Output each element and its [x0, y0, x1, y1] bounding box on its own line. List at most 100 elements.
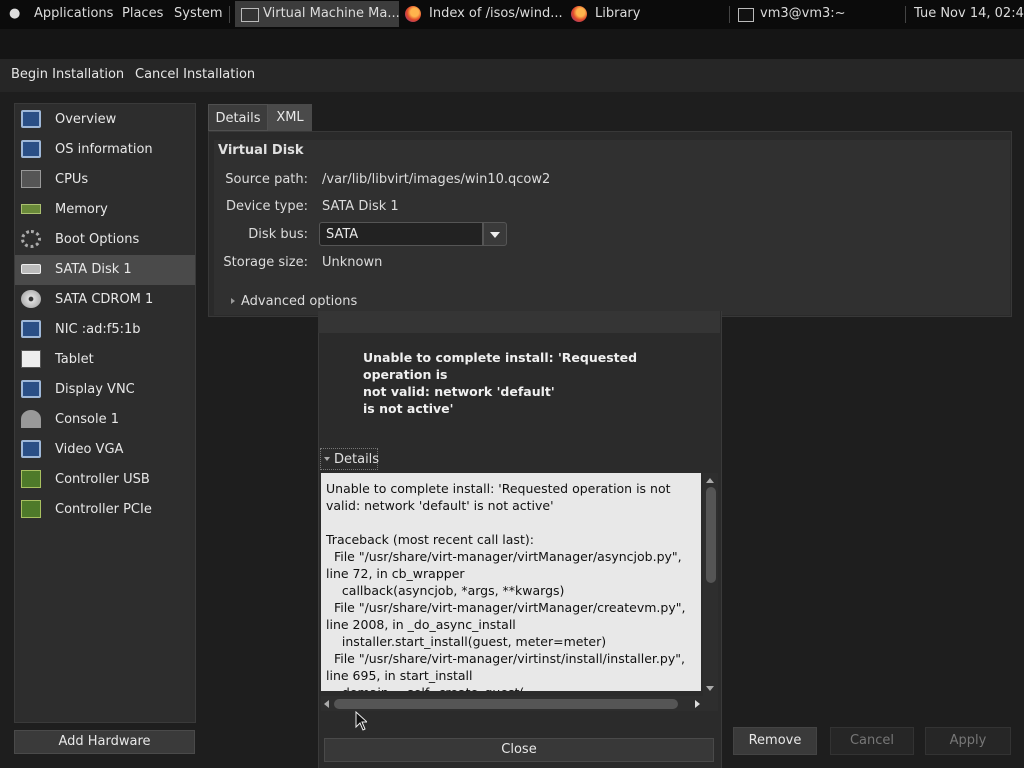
sidebar-item-controller-pcie[interactable]: Controller PCIe	[15, 495, 195, 525]
device-type-label: Device type:	[225, 199, 308, 214]
menubar: Begin Installation Cancel Installation	[0, 59, 1024, 92]
virt-manager-icon	[241, 8, 259, 22]
panel-separator	[905, 6, 906, 23]
expander-arrow-icon	[324, 457, 330, 461]
scroll-down-arrow-icon[interactable]	[706, 686, 714, 691]
sidebar-item-console-1[interactable]: Console 1	[15, 405, 195, 435]
sidebar-item-nic[interactable]: NIC :ad:f5:1b	[15, 315, 195, 345]
advanced-options-expander[interactable]: Advanced options	[241, 294, 357, 309]
sidebar-item-label: Tablet	[55, 352, 94, 367]
os-monitor-icon	[21, 140, 41, 158]
task-virt-manager[interactable]: Virtual Machine Ma...	[235, 1, 400, 27]
sidebar-item-label: Boot Options	[55, 232, 140, 247]
error-dialog-titlebar[interactable]	[318, 311, 720, 333]
apply-button[interactable]: Apply	[925, 727, 1011, 755]
places-menu[interactable]: Places	[122, 6, 163, 21]
horizontal-scrollbar-thumb[interactable]	[334, 699, 678, 709]
scroll-left-arrow-icon[interactable]	[324, 700, 329, 708]
task-label: Library	[595, 6, 641, 21]
sidebar-item-label: Video VGA	[55, 442, 124, 457]
clock[interactable]: Tue Nov 14, 02:40	[914, 6, 1024, 21]
sidebar-item-display-vnc[interactable]: Display VNC	[15, 375, 195, 405]
sidebar-item-os-information[interactable]: OS information	[15, 135, 195, 165]
sidebar-item-label: Overview	[55, 112, 117, 127]
controller-icon	[21, 500, 41, 518]
gear-icon	[21, 230, 41, 248]
expander-arrow-icon	[231, 298, 235, 304]
section-title: Virtual Disk	[218, 143, 304, 158]
firefox-icon	[405, 6, 421, 22]
task-label: Virtual Machine Ma...	[263, 6, 400, 21]
console-icon	[21, 410, 41, 428]
video-monitor-icon	[21, 440, 41, 458]
sidebar-item-label: Console 1	[55, 412, 120, 427]
sidebar-item-cpus[interactable]: CPUs	[15, 165, 195, 195]
gnome-foot-icon[interactable]: ●	[9, 6, 20, 21]
firefox-icon	[571, 6, 587, 22]
system-menu[interactable]: System	[174, 6, 222, 21]
cancel-installation-menu[interactable]: Cancel Installation	[135, 67, 255, 82]
sidebar-item-label: Controller PCIe	[55, 502, 152, 517]
window-titlebar[interactable]	[0, 29, 1024, 59]
cancel-button[interactable]: Cancel	[830, 727, 914, 755]
chevron-down-icon	[490, 232, 500, 238]
device-type-value: SATA Disk 1	[322, 199, 399, 214]
storage-size-value: Unknown	[322, 255, 383, 270]
sidebar-item-controller-usb[interactable]: Controller USB	[15, 465, 195, 495]
disk-bus-dropdown-button[interactable]	[483, 222, 507, 246]
display-monitor-icon	[21, 380, 41, 398]
error-details-text: Unable to complete install: 'Requested o…	[326, 481, 686, 691]
terminal-icon	[738, 8, 754, 22]
disk-bus-value: SATA	[326, 227, 359, 242]
memory-icon	[21, 204, 41, 214]
sidebar-item-video-vga[interactable]: Video VGA	[15, 435, 195, 465]
storage-size-label: Storage size:	[223, 255, 308, 270]
tablet-icon	[21, 350, 41, 368]
scroll-up-arrow-icon[interactable]	[706, 478, 714, 483]
sidebar-item-sata-disk-1[interactable]: SATA Disk 1	[15, 255, 195, 285]
tab-details[interactable]: Details	[208, 104, 268, 131]
error-message-line: is not active'	[363, 401, 454, 416]
sidebar-item-label: OS information	[55, 142, 153, 157]
hard-disk-icon	[21, 264, 41, 274]
remove-button[interactable]: Remove	[733, 727, 817, 755]
sidebar-item-overview[interactable]: Overview	[15, 105, 195, 135]
sidebar-item-label: SATA Disk 1	[55, 262, 132, 277]
close-button[interactable]: Close	[324, 738, 714, 762]
task-firefox-library[interactable]: Library	[565, 1, 725, 27]
task-label: vm3@vm3:~	[760, 6, 846, 21]
task-label: Index of /isos/wind...	[429, 6, 563, 21]
error-message-line: Unable to complete install: 'Requested o…	[363, 350, 638, 382]
cpu-chip-icon	[21, 170, 41, 188]
panel-separator	[229, 6, 230, 23]
disk-bus-combo[interactable]: SATA	[319, 222, 483, 246]
tab-xml[interactable]: XML	[268, 104, 312, 131]
scroll-right-arrow-icon[interactable]	[695, 700, 700, 708]
hardware-sidebar: Overview OS information CPUs Memory Boot…	[14, 103, 196, 723]
sidebar-item-label: Display VNC	[55, 382, 135, 397]
sidebar-item-tablet[interactable]: Tablet	[15, 345, 195, 375]
sidebar-item-label: SATA CDROM 1	[55, 292, 154, 307]
controller-icon	[21, 470, 41, 488]
sidebar-item-label: Memory	[55, 202, 108, 217]
begin-installation-menu[interactable]: Begin Installation	[11, 67, 124, 82]
task-terminal[interactable]: vm3@vm3:~	[733, 1, 893, 27]
error-message: Unable to complete install: 'Requested o…	[363, 349, 693, 417]
error-details-textview[interactable]: Unable to complete install: 'Requested o…	[321, 473, 701, 691]
network-icon	[21, 320, 41, 338]
cdrom-icon	[21, 290, 41, 308]
source-path-value: /var/lib/libvirt/images/win10.qcow2	[322, 172, 551, 187]
source-path-label: Source path:	[225, 172, 308, 187]
sidebar-item-label: Controller USB	[55, 472, 150, 487]
vertical-scrollbar-thumb[interactable]	[706, 487, 716, 583]
sidebar-item-label: NIC :ad:f5:1b	[55, 322, 141, 337]
applications-menu[interactable]: Applications	[34, 6, 113, 21]
sidebar-item-memory[interactable]: Memory	[15, 195, 195, 225]
sidebar-item-sata-cdrom-1[interactable]: SATA CDROM 1	[15, 285, 195, 315]
sidebar-item-boot-options[interactable]: Boot Options	[15, 225, 195, 255]
overview-monitor-icon	[21, 110, 41, 128]
top-panel: ● Applications Places System Virtual Mac…	[0, 0, 1024, 29]
details-expander[interactable]: Details	[320, 448, 379, 470]
add-hardware-button[interactable]: Add Hardware	[14, 730, 195, 754]
task-firefox-index[interactable]: Index of /isos/wind...	[399, 1, 565, 27]
